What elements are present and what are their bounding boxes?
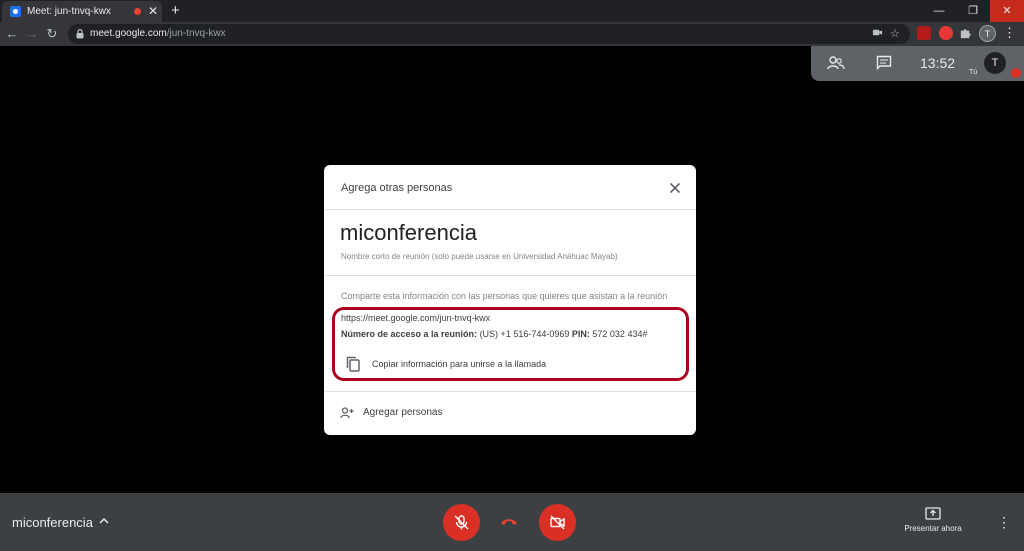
meeting-name: miconferencia xyxy=(340,220,477,245)
meeting-details-title[interactable]: miconferencia xyxy=(12,515,93,530)
participants-icon[interactable] xyxy=(827,55,845,71)
self-muted-icon xyxy=(1011,68,1021,78)
camera-off-icon xyxy=(550,515,565,530)
mic-off-icon xyxy=(454,515,469,530)
back-arrow-icon[interactable]: ← xyxy=(4,26,20,41)
divider xyxy=(324,209,696,210)
address-bar[interactable]: meet.google.com/jun-tnvq-kwx ☆ xyxy=(68,24,910,44)
chevron-up-icon[interactable] xyxy=(99,517,109,524)
chat-icon[interactable] xyxy=(876,55,892,70)
browser-tab[interactable]: Meet: jun-tnvq-kwx ✕ xyxy=(2,1,162,22)
microphone-toggle-button[interactable] xyxy=(443,504,480,541)
reload-icon[interactable]: ↻ xyxy=(44,26,60,42)
meeting-subtitle: Nombre corto de reunión (solo puede usar… xyxy=(341,252,618,261)
present-screen-icon xyxy=(925,507,941,520)
add-people-button[interactable]: Agregar personas xyxy=(340,405,540,421)
browser-toolbar: ← → ↻ meet.google.com/jun-tnvq-kwx ☆ T ⋮ xyxy=(0,22,1024,46)
clock: 13:52 xyxy=(920,55,956,71)
divider xyxy=(324,391,696,392)
browser-menu-icon[interactable]: ⋮ xyxy=(1003,25,1016,41)
minimize-button[interactable]: — xyxy=(922,0,956,22)
add-person-icon xyxy=(340,407,354,419)
add-people-dialog: Agrega otras personas miconferencia Nomb… xyxy=(324,165,696,435)
tab-title: Meet: jun-tnvq-kwx xyxy=(27,6,111,17)
divider xyxy=(324,275,696,276)
adblock-extension-icon[interactable] xyxy=(939,26,953,40)
forward-arrow-icon[interactable]: → xyxy=(24,26,40,41)
hang-up-icon[interactable] xyxy=(500,517,518,527)
present-now-button[interactable]: Presentar ahora xyxy=(895,507,971,533)
extensions-puzzle-icon[interactable] xyxy=(959,26,973,40)
profile-avatar[interactable]: T xyxy=(979,25,996,42)
restore-button[interactable]: ❐ xyxy=(956,0,990,22)
lock-icon xyxy=(76,29,84,39)
camera-in-use-icon[interactable] xyxy=(872,27,883,38)
more-options-icon[interactable]: ⋮ xyxy=(997,514,1011,531)
share-hint: Comparte esta información con las person… xyxy=(341,291,668,301)
url-text: meet.google.com/jun-tnvq-kwx xyxy=(90,28,226,39)
meet-top-panel: 13:52 Tú T xyxy=(811,46,1024,81)
add-people-label: Agregar personas xyxy=(363,407,443,418)
self-avatar[interactable]: T xyxy=(984,52,1006,74)
recording-indicator-icon xyxy=(134,8,141,15)
pdf-extension-icon[interactable] xyxy=(917,26,931,40)
self-label: Tú xyxy=(969,69,978,76)
browser-tab-strip: Meet: jun-tnvq-kwx ✕ + — ❐ ✕ xyxy=(0,0,1024,22)
tab-close-icon[interactable]: ✕ xyxy=(148,4,158,18)
dialog-title: Agrega otras personas xyxy=(341,182,453,194)
meet-favicon-icon xyxy=(10,6,21,17)
close-icon[interactable] xyxy=(668,181,682,195)
present-now-label: Presentar ahora xyxy=(904,524,962,533)
bookmark-star-icon[interactable]: ☆ xyxy=(890,27,900,40)
highlight-annotation xyxy=(332,307,689,381)
window-close-button[interactable]: ✕ xyxy=(990,0,1024,22)
new-tab-button[interactable]: + xyxy=(171,2,180,19)
camera-toggle-button[interactable] xyxy=(539,504,576,541)
meet-bottom-bar: miconferencia Presentar ahora ⋮ xyxy=(0,493,1024,551)
